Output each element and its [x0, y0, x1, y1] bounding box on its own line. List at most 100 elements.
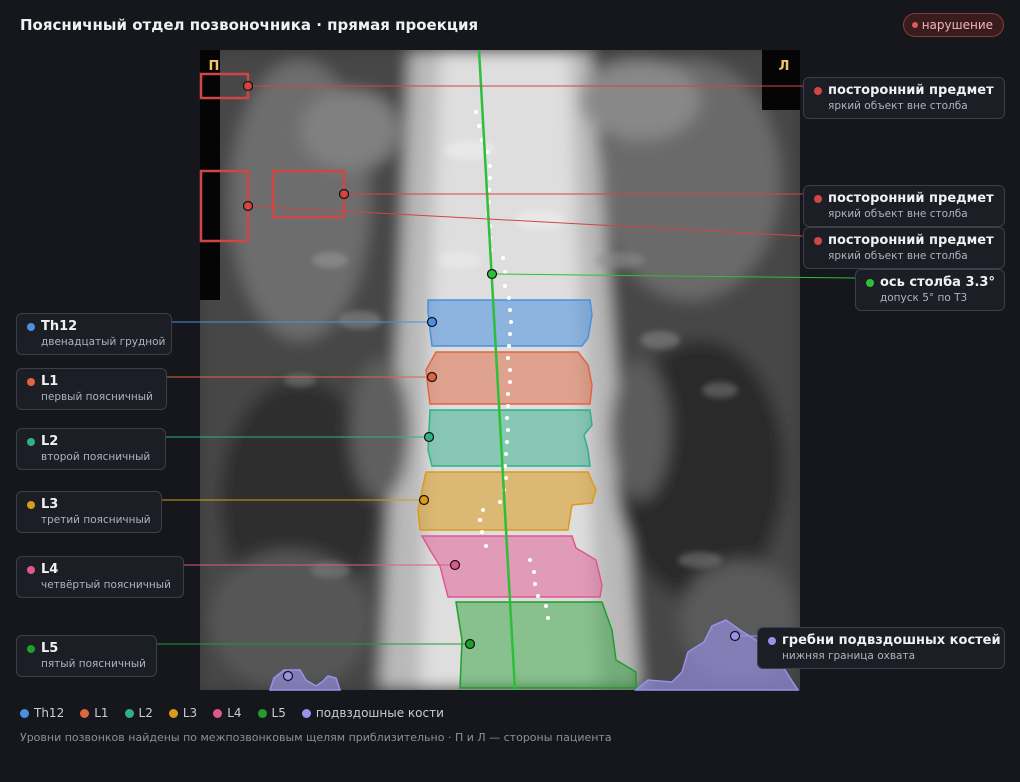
label-title: посторонний предмет	[828, 191, 994, 206]
label-title: L2	[41, 434, 59, 449]
spinous-process-point	[503, 270, 507, 274]
spinous-process-point	[544, 604, 548, 608]
label-subtitle: нижняя граница охвата	[782, 650, 916, 662]
spinous-process-point	[508, 368, 512, 372]
anchor-foreign2[interactable]	[338, 188, 350, 200]
label-subtitle: пятый поясничный	[41, 658, 146, 670]
l2-region[interactable]	[427, 409, 593, 467]
image-mask-left	[200, 50, 220, 300]
anchor-iliac-right[interactable]	[282, 670, 294, 682]
legend-item-l2[interactable]: L2	[124, 706, 153, 720]
foreign-dot-icon	[814, 194, 822, 203]
label-l5[interactable]: L5 пятый поясничный	[16, 635, 157, 677]
spinous-process-point	[508, 380, 512, 384]
label-title: Th12	[41, 319, 78, 334]
spinous-process-point	[484, 544, 488, 548]
label-iliac-crests[interactable]: гребни подвздошных костей нижняя граница…	[757, 627, 1005, 669]
legend-label: L4	[227, 706, 242, 720]
anchor-l2[interactable]	[423, 431, 435, 443]
label-foreign-object-3[interactable]: посторонний предмет яркий объект вне сто…	[803, 227, 1005, 269]
legend-item-l3[interactable]: L3	[168, 706, 198, 720]
spinous-process-point	[508, 332, 512, 336]
legend-item-l5[interactable]: L5	[257, 706, 286, 720]
label-subtitle: двенадцатый грудной	[41, 336, 166, 348]
spinous-process-point	[546, 616, 550, 620]
label-th12[interactable]: Th12 двенадцатый грудной	[16, 313, 172, 355]
th12-legend-dot-icon	[20, 708, 29, 718]
spinous-process-point	[503, 284, 507, 288]
label-subtitle: яркий объект вне столба	[828, 208, 968, 220]
label-title: L4	[41, 562, 59, 577]
legend-label: подвздошные кости	[315, 706, 444, 720]
l2-legend-dot-icon	[124, 708, 134, 718]
label-l1[interactable]: L1 первый поясничный	[16, 368, 167, 410]
label-title: L5	[41, 641, 59, 656]
anchor-th12[interactable]	[426, 316, 438, 328]
anchor-l4[interactable]	[449, 559, 461, 571]
spinous-process-point	[533, 582, 537, 586]
anchor-l5[interactable]	[464, 638, 476, 650]
spinous-process-point	[504, 476, 508, 480]
l5-dot-icon	[27, 644, 35, 653]
label-title: гребни подвздошных костей	[782, 633, 1001, 648]
l3-dot-icon	[27, 500, 35, 509]
l1-region[interactable]	[425, 351, 593, 405]
spinous-process-point	[477, 124, 481, 128]
spinous-process-point	[507, 296, 511, 300]
label-subtitle: допуск 5° по Т3	[880, 292, 968, 304]
foreign-dot-icon	[814, 236, 822, 245]
spinous-process-point	[506, 404, 510, 408]
l4-region[interactable]	[420, 535, 603, 598]
label-spine-axis[interactable]: ось столба 3.3° допуск 5° по Т3	[855, 269, 1005, 311]
legend: Th12 L1 L2 L3 L4 L5 подвздошные кости	[20, 706, 444, 720]
spinous-process-point	[528, 558, 532, 562]
l4-dot-icon	[27, 565, 35, 574]
th12-dot-icon	[27, 322, 35, 331]
label-l4[interactable]: L4 четвёртый поясничный	[16, 556, 184, 598]
spinous-process-point	[505, 440, 509, 444]
legend-item-th12[interactable]: Th12	[20, 706, 64, 720]
label-subtitle: четвёртый поясничный	[41, 579, 171, 591]
l1-dot-icon	[27, 377, 35, 386]
spinous-process-point	[507, 344, 511, 348]
legend-item-l4[interactable]: L4	[213, 706, 242, 720]
label-title: ось столба 3.3°	[880, 275, 995, 290]
l5-legend-dot-icon	[257, 708, 267, 718]
label-l2[interactable]: L2 второй поясничный	[16, 428, 166, 470]
label-foreign-object-2[interactable]: посторонний предмет яркий объект вне сто…	[803, 185, 1005, 227]
spinous-process-point	[498, 500, 502, 504]
spinous-process-point	[536, 594, 540, 598]
legend-item-l1[interactable]: L1	[80, 706, 109, 720]
l3-region[interactable]	[417, 471, 597, 531]
spinous-process-point	[504, 452, 508, 456]
anchor-foreign1[interactable]	[242, 80, 254, 92]
legend-item-iliac[interactable]: подвздошные кости	[301, 706, 444, 720]
label-subtitle: яркий объект вне столба	[828, 100, 968, 112]
label-subtitle: первый поясничный	[41, 391, 153, 403]
legend-label: Th12	[34, 706, 65, 720]
label-subtitle: третий поясничный	[41, 514, 151, 526]
anchor-foreign3[interactable]	[242, 200, 254, 212]
anchor-iliac-left[interactable]	[729, 630, 741, 642]
spinous-process-point	[501, 256, 505, 260]
label-subtitle: яркий объект вне столба	[828, 250, 968, 262]
spinous-process-point	[506, 428, 510, 432]
label-l3[interactable]: L3 третий поясничный	[16, 491, 162, 533]
label-foreign-object-1[interactable]: посторонний предмет яркий объект вне сто…	[803, 77, 1005, 119]
label-title: L3	[41, 497, 59, 512]
spinous-process-point	[508, 308, 512, 312]
label-subtitle: второй поясничный	[41, 451, 151, 463]
l4-legend-dot-icon	[213, 708, 223, 718]
l1-legend-dot-icon	[80, 708, 90, 718]
iliac-dot-icon	[768, 636, 776, 645]
anchor-l3[interactable]	[418, 494, 430, 506]
spinous-process-point	[488, 176, 492, 180]
legend-label: L3	[182, 706, 198, 720]
spinous-process-point	[532, 570, 536, 574]
legend-label: L2	[138, 706, 153, 720]
spinous-process-point	[506, 392, 510, 396]
spinous-process-point	[481, 508, 485, 512]
anchor-axis[interactable]	[486, 268, 498, 280]
label-title: посторонний предмет	[828, 83, 994, 98]
anchor-l1[interactable]	[426, 371, 438, 383]
